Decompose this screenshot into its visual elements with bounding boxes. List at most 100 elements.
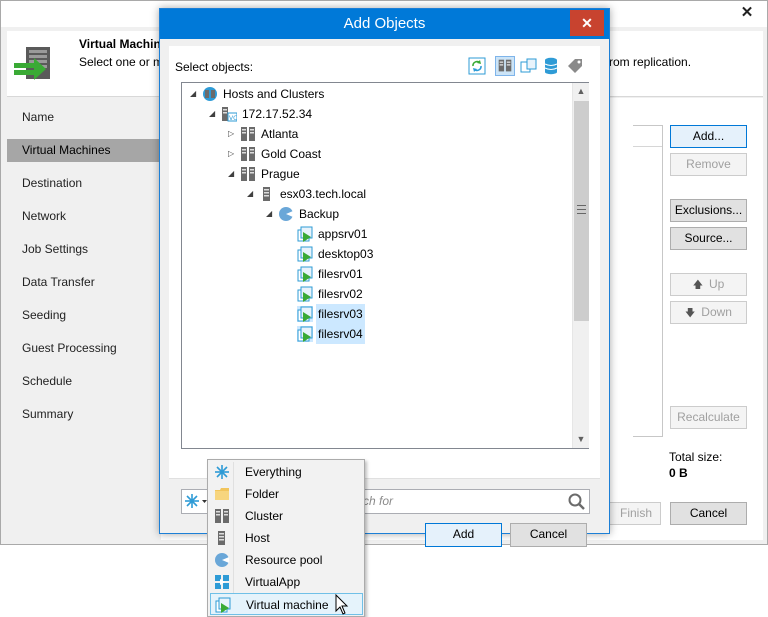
scroll-up-arrow-icon[interactable]: ▲ xyxy=(573,83,589,100)
wizard-remove-button[interactable]: Remove xyxy=(670,153,747,176)
cluster-icon xyxy=(241,167,255,181)
vm-icon xyxy=(297,266,313,282)
wizard-close-button[interactable]: ✕ xyxy=(735,3,759,23)
step-job-settings[interactable]: Job Settings xyxy=(7,238,160,261)
vms-templates-view-icon[interactable] xyxy=(519,56,539,76)
step-seeding[interactable]: Seeding xyxy=(7,304,160,327)
vapp-icon xyxy=(215,575,229,589)
vcenter-icon: VC xyxy=(222,107,237,122)
wizard-cancel-button[interactable]: Cancel xyxy=(670,502,747,525)
tree-node-label: 172.17.52.34 xyxy=(242,107,313,121)
dropdown-item-host[interactable]: Host xyxy=(210,527,363,549)
expanded-arrow-icon[interactable]: ◢ xyxy=(190,84,200,104)
recalculate-button[interactable]: Recalculate xyxy=(670,406,747,429)
dialog-titlebar: Add Objects ✕ xyxy=(160,9,609,39)
step-summary[interactable]: Summary xyxy=(7,403,160,426)
hosts-clusters-icon xyxy=(203,87,217,101)
select-objects-label: Select objects: xyxy=(175,60,254,74)
step-virtual-machines[interactable]: Virtual Machines xyxy=(7,139,160,162)
step-destination[interactable]: Destination xyxy=(7,172,160,195)
hosts-clusters-view-icon[interactable] xyxy=(495,56,515,76)
everything-icon xyxy=(215,465,229,479)
vm-icon xyxy=(297,326,313,342)
wizard-header-description-tail: rom replication. xyxy=(609,55,692,69)
exclusions-button[interactable]: Exclusions... xyxy=(670,199,747,222)
step-schedule[interactable]: Schedule xyxy=(7,370,160,393)
tree-node-label: appsrv01 xyxy=(318,227,368,241)
mouse-pointer-icon xyxy=(335,594,349,615)
up-button[interactable]: 🡅 Up xyxy=(670,273,747,296)
tree-node-label: desktop03 xyxy=(318,247,374,261)
dropdown-item-everything[interactable]: Everything xyxy=(210,461,363,483)
scroll-thumb[interactable] xyxy=(574,101,589,321)
dropdown-item-label: VirtualApp xyxy=(245,575,301,589)
dialog-close-button[interactable]: ✕ xyxy=(570,10,604,36)
dropdown-item-cluster[interactable]: Cluster xyxy=(210,505,363,527)
cluster-icon xyxy=(241,147,255,161)
dropdown-item-label: Host xyxy=(245,531,270,545)
vm-list-table-header xyxy=(633,126,662,147)
expanded-arrow-icon[interactable]: ◢ xyxy=(228,164,238,184)
expanded-arrow-icon[interactable]: ◢ xyxy=(266,204,276,224)
up-button-label: Up xyxy=(708,277,725,291)
step-name[interactable]: Name xyxy=(7,106,160,129)
dialog-cancel-button[interactable]: Cancel xyxy=(510,523,587,547)
datastores-view-icon[interactable] xyxy=(541,56,561,76)
dropdown-item-resource-pool[interactable]: Resource pool xyxy=(210,549,363,571)
total-size-label: Total size: xyxy=(669,450,723,464)
vm-list-table[interactable] xyxy=(633,125,663,437)
dropdown-item-label: Folder xyxy=(245,487,280,501)
arrow-up-icon: 🡅 xyxy=(692,280,703,291)
dropdown-item-label: Cluster xyxy=(245,509,284,523)
search-icon[interactable] xyxy=(567,492,586,511)
collapsed-arrow-icon[interactable]: ▷ xyxy=(228,124,238,144)
folder-icon xyxy=(215,488,229,500)
resource-pool-icon xyxy=(215,553,229,567)
add-objects-dialog: Add Objects ✕ Select objects: ◢ Hosts an… xyxy=(159,8,610,547)
resource-pool-icon xyxy=(279,207,293,221)
dropdown-item-virtualapp[interactable]: VirtualApp xyxy=(210,571,363,593)
cluster-icon xyxy=(241,127,255,141)
step-data-transfer[interactable]: Data Transfer xyxy=(7,271,160,294)
vm-icon xyxy=(297,286,313,302)
scroll-down-arrow-icon[interactable]: ▼ xyxy=(573,431,589,448)
dropdown-item-label: Resource pool xyxy=(245,553,323,567)
step-network[interactable]: Network xyxy=(7,205,160,228)
dialog-title: Add Objects xyxy=(343,15,426,32)
wizard-header-description: Select one or m xyxy=(79,55,164,69)
svg-text:VC: VC xyxy=(229,115,237,122)
wizard-add-button[interactable]: Add... xyxy=(670,125,747,148)
step-guest-processing[interactable]: Guest Processing xyxy=(7,337,160,360)
tree-scrollbar[interactable]: ▲ ▼ xyxy=(572,83,589,448)
dropdown-item-label: Everything xyxy=(245,465,302,479)
expanded-arrow-icon[interactable]: ◢ xyxy=(209,104,219,124)
down-button[interactable]: 🡇 Down xyxy=(670,301,747,324)
refresh-icon[interactable] xyxy=(467,56,487,76)
tree-node-label: esx03.tech.local xyxy=(280,187,367,201)
tags-view-icon[interactable] xyxy=(565,56,585,76)
dialog-add-button[interactable]: Add xyxy=(425,523,502,547)
expanded-arrow-icon[interactable]: ◢ xyxy=(247,184,257,204)
total-size-value: 0 B xyxy=(669,466,688,480)
tree-node-label: Backup xyxy=(299,207,340,221)
vm-icon xyxy=(215,597,231,613)
wizard-steps-panel: Name Virtual Machines Destination Networ… xyxy=(7,98,160,540)
scroll-grip-icon xyxy=(577,205,586,214)
dropdown-item-folder[interactable]: Folder xyxy=(210,483,363,505)
tree-node-label: Gold Coast xyxy=(261,147,322,161)
tree-node-label: filesrv01 xyxy=(318,267,363,281)
objects-tree[interactable]: ◢ Hosts and Clusters ◢ VC 172.17.52.34 ▷… xyxy=(181,82,589,449)
source-button[interactable]: Source... xyxy=(670,227,747,250)
tree-node-label: filesrv02 xyxy=(318,287,363,301)
host-icon xyxy=(263,187,270,201)
tree-node-label: filesrv04 xyxy=(316,324,365,344)
vm-icon xyxy=(297,226,313,242)
down-button-label: Down xyxy=(701,305,732,319)
cluster-icon xyxy=(215,509,229,523)
vm-icon xyxy=(297,246,313,262)
tree-node-label: Hosts and Clusters xyxy=(223,87,325,101)
tree-node-label: Atlanta xyxy=(261,127,299,141)
collapsed-arrow-icon[interactable]: ▷ xyxy=(228,144,238,164)
host-icon xyxy=(218,531,225,545)
arrow-down-icon: 🡇 xyxy=(685,308,696,319)
